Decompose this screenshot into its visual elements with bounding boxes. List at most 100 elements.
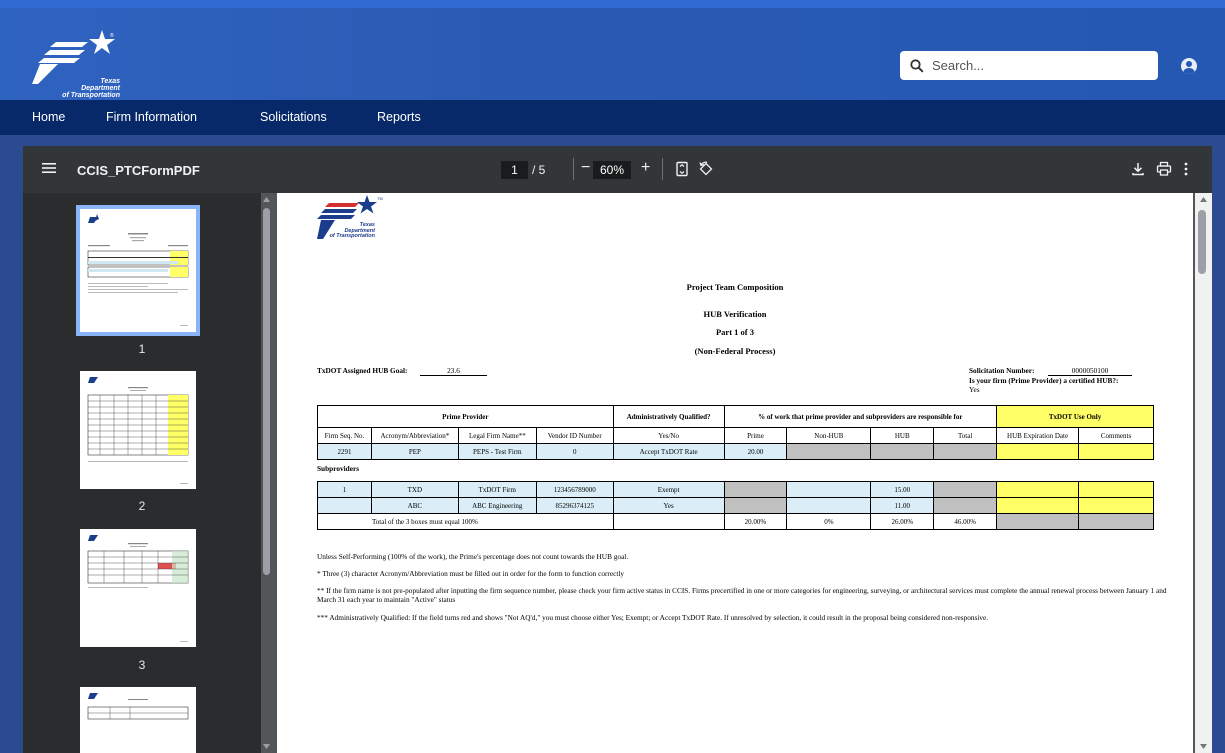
vendor-id-field[interactable]: 85296374125 — [535, 497, 614, 514]
page-scroll-down-icon[interactable] — [1199, 742, 1208, 750]
pdf-page: TM Texas Department of Transportation Pr… — [277, 193, 1193, 753]
download-icon[interactable] — [1130, 161, 1146, 177]
svg-text:TM: TM — [377, 196, 383, 201]
page-scrollbar-thumb[interactable] — [1198, 210, 1206, 274]
prime-pct-field — [723, 481, 788, 498]
page-total: / 5 — [532, 163, 546, 177]
prime-pct-field[interactable]: 20.00 — [723, 443, 788, 460]
note-self-performing: Unless Self-Performing (100% of the work… — [317, 552, 629, 561]
toolbar-divider — [662, 158, 663, 180]
document-subtitle: (Non-Federal Process) — [694, 346, 776, 356]
total-field — [933, 481, 998, 498]
vendor-id-field[interactable]: 0 — [535, 443, 614, 460]
total-hub: 26.00% — [870, 513, 935, 530]
main-nav: Home Firm Information Solicitations Repo… — [0, 100, 1225, 135]
thumbnail-page-2[interactable] — [80, 371, 196, 489]
svg-text:®: ® — [110, 32, 114, 39]
search-icon — [910, 58, 924, 73]
hub-goal-value: 23.6 — [420, 366, 487, 376]
solicitation-value: 0000050100 — [1048, 366, 1132, 376]
document-logo-text: Texas Department of Transportation — [330, 222, 375, 240]
total-all: 46.00% — [933, 513, 998, 530]
toolbar-divider — [573, 158, 574, 180]
firm-seq-field[interactable]: 2291 — [317, 443, 372, 460]
total-field — [933, 497, 998, 514]
page-number-input[interactable]: 1 — [501, 161, 528, 179]
sidebar-scroll-down-icon[interactable] — [262, 742, 271, 750]
subproviders-label: Subproviders — [317, 464, 360, 473]
admin-qualified-field[interactable]: Exempt — [612, 481, 725, 498]
thumbnail-page-3[interactable] — [80, 529, 196, 647]
more-options-icon[interactable] — [1178, 161, 1194, 177]
prime-provider-header: Prime Provider — [317, 405, 614, 428]
nav-solicitations[interactable]: Solicitations — [260, 110, 327, 124]
comments-field — [1078, 481, 1154, 498]
page-scrollbar-track[interactable] — [1195, 193, 1212, 753]
page-scroll-up-icon[interactable] — [1199, 196, 1208, 204]
hub-expiration-field — [996, 443, 1080, 460]
zoom-level-input[interactable]: 60% — [593, 161, 631, 179]
ptc-prime-table: Prime Provider Administratively Qualifie… — [317, 405, 1154, 460]
column-header: Yes/No — [612, 427, 725, 444]
non-hub-field — [786, 443, 872, 460]
solicitation-label: Solicitation Number: — [969, 366, 1035, 375]
firm-name-field[interactable]: PEPS - Test Firm — [457, 443, 537, 460]
hub-field[interactable]: 15.00 — [870, 481, 935, 498]
pdf-toolbar: CCIS_PTCFormPDF 1 / 5 − 60% + — [23, 146, 1212, 193]
thumbnail-preview — [87, 693, 189, 720]
non-hub-field[interactable] — [786, 497, 872, 514]
zoom-in-button[interactable]: + — [641, 159, 650, 177]
firm-name-field[interactable]: ABC Engineering — [457, 497, 537, 514]
search-box[interactable] — [900, 51, 1158, 80]
totals-row: Total of the 3 boxes must equal 100% 20.… — [317, 513, 1154, 530]
firm-name-field[interactable]: TxDOT Firm — [457, 481, 537, 498]
doc-logo-line: of Transportation — [329, 233, 375, 239]
hub-expiration-field — [996, 481, 1080, 498]
fit-page-icon[interactable] — [674, 161, 690, 177]
menu-icon[interactable] — [42, 162, 56, 174]
hub-expiration-field — [996, 497, 1080, 514]
document-title: Project Team Composition — [686, 282, 784, 292]
note-admin-qualified: *** Administratively Qualified: If the f… — [317, 613, 989, 622]
firm-seq-field[interactable]: 1 — [317, 481, 372, 498]
vendor-id-field[interactable]: 123456789000 — [535, 481, 614, 498]
total-field — [933, 443, 998, 460]
thumbnail-number: 1 — [138, 342, 146, 356]
logo-line-texas: Texas — [100, 78, 120, 85]
table-row: ABC ABC Engineering 85296374125 Yes 11.0… — [317, 497, 1154, 514]
table-row: 2291 PEP PEPS - Test Firm 0 Accept TxDOT… — [317, 443, 1154, 460]
acronym-field[interactable]: PEP — [370, 443, 459, 460]
rotate-icon[interactable] — [698, 161, 714, 177]
totals-gray-cell — [996, 513, 1080, 530]
thumbnail-page-4[interactable] — [80, 687, 196, 753]
zoom-out-button[interactable]: − — [581, 159, 590, 177]
nav-reports[interactable]: Reports — [377, 110, 421, 124]
totals-admin-cell — [612, 513, 725, 530]
print-icon[interactable] — [1156, 161, 1172, 177]
thumbnail-preview — [87, 214, 189, 326]
acronym-field[interactable]: TXD — [370, 481, 459, 498]
acronym-field[interactable]: ABC — [370, 497, 459, 514]
document-subtitle: HUB Verification — [703, 309, 767, 319]
document-subtitle: Part 1 of 3 — [715, 327, 754, 337]
admin-qualified-field[interactable]: Accept TxDOT Rate — [612, 443, 725, 460]
firm-seq-field[interactable] — [317, 497, 372, 514]
thumbnail-number: 3 — [138, 658, 146, 672]
hub-field[interactable]: 11.00 — [870, 497, 935, 514]
user-avatar-icon[interactable] — [1181, 58, 1197, 74]
table-row: 1 TXD TxDOT Firm 123456789000 Exempt 15.… — [317, 481, 1154, 498]
non-hub-field[interactable] — [786, 481, 872, 498]
column-header: Total — [933, 427, 998, 444]
sidebar-scroll-up-icon[interactable] — [262, 196, 271, 204]
pdf-viewer: CCIS_PTCFormPDF 1 / 5 − 60% + 1 2 3 TM T… — [23, 146, 1212, 753]
pct-work-header: % of work that prime provider and subpro… — [723, 405, 998, 428]
admin-qualified-field[interactable]: Yes — [612, 497, 725, 514]
thumbnail-page-1[interactable] — [76, 205, 200, 336]
nav-firm-information[interactable]: Firm Information — [106, 110, 197, 124]
txdot-logo[interactable]: ® Texas Department of Transportation — [30, 30, 130, 99]
sidebar-scrollbar[interactable] — [263, 208, 270, 575]
search-input[interactable] — [932, 58, 1132, 73]
column-header: Prime — [723, 427, 788, 444]
totals-gray-cell — [1078, 513, 1154, 530]
nav-home[interactable]: Home — [32, 110, 65, 124]
